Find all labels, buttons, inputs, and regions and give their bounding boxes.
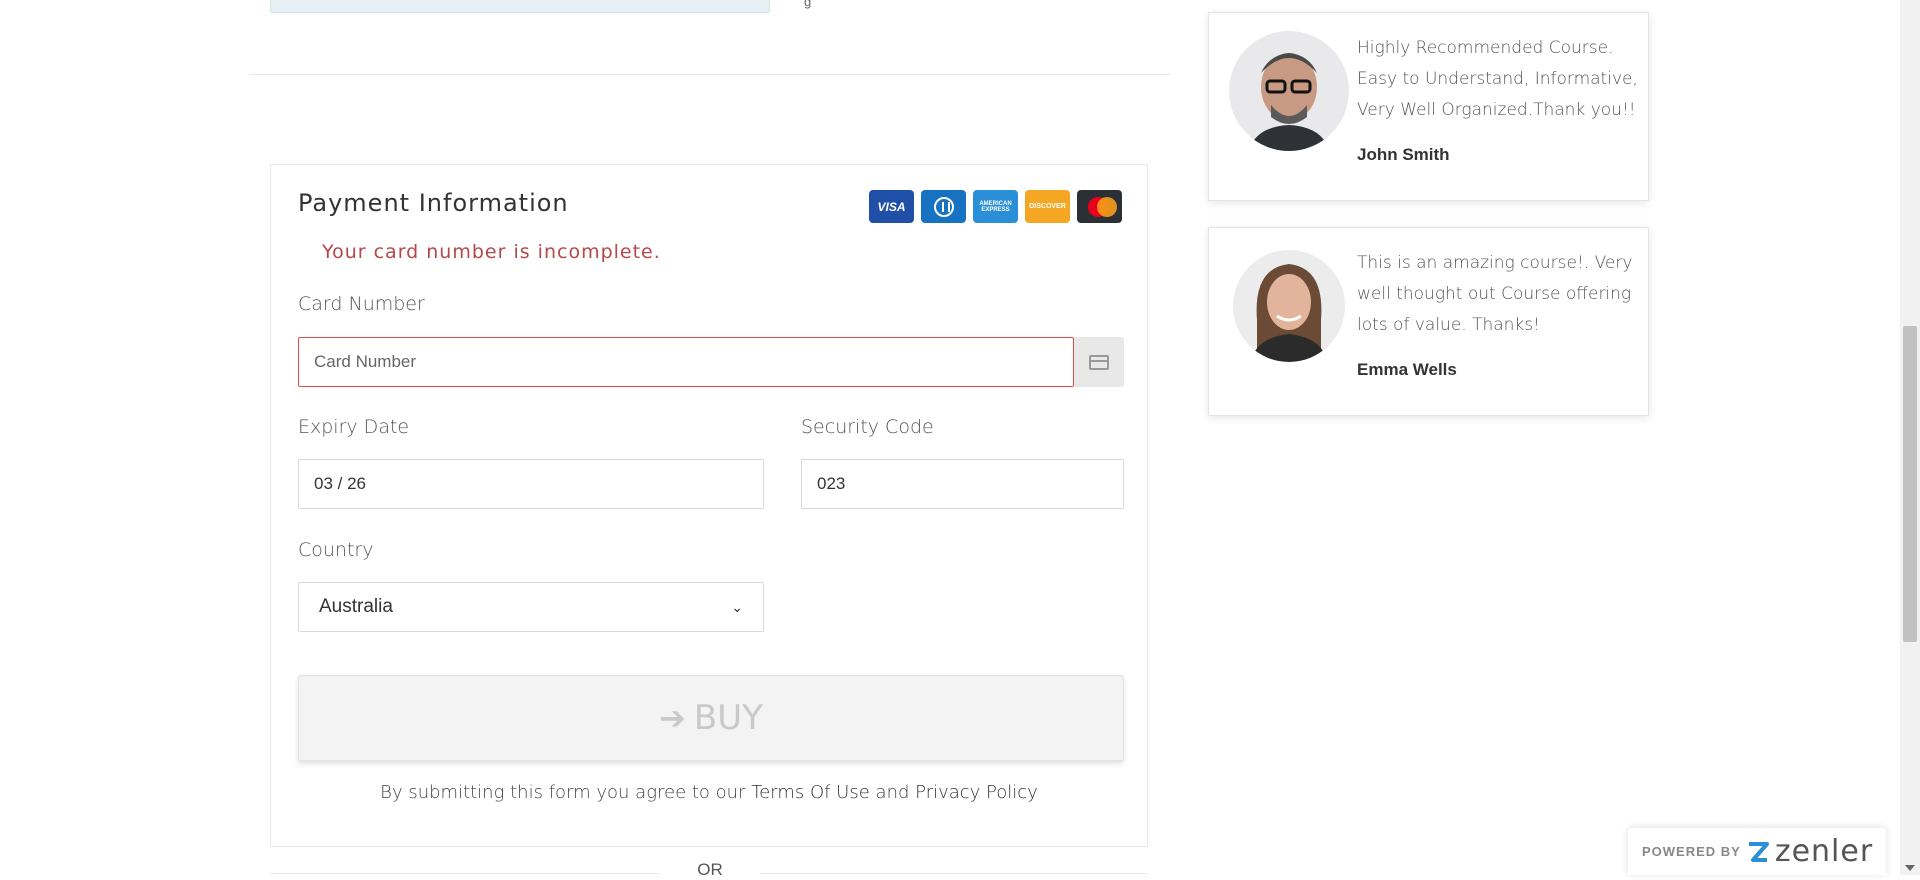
scrollbar-thumb[interactable] <box>1903 326 1917 642</box>
or-label: OR <box>660 860 760 880</box>
zenler-brand-text: zenler <box>1774 834 1874 869</box>
testimonial-author: Emma Wells <box>1357 360 1457 379</box>
terms-of-use-link[interactable]: Terms Of Use <box>751 782 870 803</box>
arrow-right-icon: ➔ <box>659 699 686 737</box>
expiry-label: Expiry Date <box>298 416 410 438</box>
chevron-down-icon: ⌄ <box>731 598 743 615</box>
credit-card-icon <box>1089 354 1109 370</box>
testimonial-quote: This is an amazing course!. Very well th… <box>1357 253 1633 335</box>
card-number-label: Card Number <box>298 293 425 315</box>
visa-logo-icon: VISA <box>869 190 914 223</box>
testimonial-card: Highly Recommended Course. Easy to Under… <box>1208 12 1649 201</box>
scroll-down-arrow-icon[interactable] <box>1905 865 1915 871</box>
section-divider <box>250 74 1170 75</box>
zenler-logo-icon <box>1747 841 1769 863</box>
avatar <box>1233 250 1345 362</box>
expiry-input[interactable]: 03 / 26 <box>298 459 764 509</box>
page-scrollbar[interactable] <box>1900 0 1920 875</box>
security-code-input[interactable]: 023 <box>801 459 1124 509</box>
privacy-policy-link[interactable]: Privacy Policy <box>915 782 1038 803</box>
buy-label: BUY <box>693 698 763 738</box>
accepted-cards: VISA AMERICAN EXPRESS DISCOVER <box>869 190 1122 223</box>
powered-by-badge[interactable]: POWERED BY zenler <box>1628 828 1886 875</box>
payment-form: Payment Information VISA AMERICAN EXPRES… <box>270 164 1148 847</box>
country-selected-value: Australia <box>319 596 393 617</box>
amex-logo-icon: AMERICAN EXPRESS <box>973 190 1018 223</box>
card-number-input[interactable]: Card Number <box>298 337 1074 387</box>
card-error-message: Your card number is incomplete. <box>322 241 661 263</box>
card-type-indicator <box>1074 337 1124 387</box>
testimonial-author: John Smith <box>1357 145 1450 164</box>
top-info-box <box>270 0 770 13</box>
diners-logo-icon <box>921 190 966 223</box>
payment-title: Payment Information <box>298 189 569 217</box>
country-select[interactable]: Australia ⌄ <box>298 582 764 632</box>
security-code-label: Security Code <box>801 416 934 438</box>
mastercard-logo-icon <box>1077 190 1122 223</box>
avatar <box>1229 31 1349 151</box>
top-partial-text: g <box>804 0 812 9</box>
country-label: Country <box>298 539 374 561</box>
buy-button[interactable]: ➔ BUY <box>298 675 1124 761</box>
discover-logo-icon: DISCOVER <box>1025 190 1070 223</box>
testimonial-quote: Highly Recommended Course. Easy to Under… <box>1357 38 1638 120</box>
terms-text: By submitting this form you agree to our… <box>380 782 1038 803</box>
powered-by-label: POWERED BY <box>1642 844 1741 859</box>
testimonial-card: This is an amazing course!. Very well th… <box>1208 227 1649 416</box>
